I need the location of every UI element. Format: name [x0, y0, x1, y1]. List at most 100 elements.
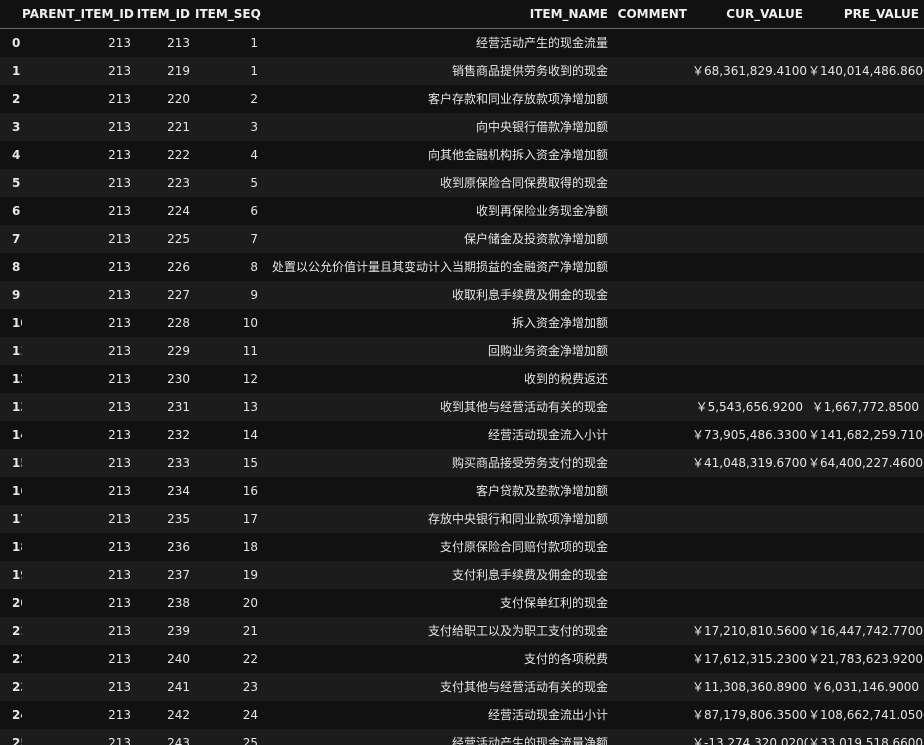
row-index: 12: [12, 372, 22, 386]
cell-item-seq: 12: [242, 372, 258, 386]
cell-parent-item-id: 213: [108, 680, 131, 694]
cell-cur-value: [692, 365, 808, 393]
cell-pre-value: ￥6,031,146.9000: [811, 680, 919, 694]
cell-item-id: 236: [167, 540, 190, 554]
cell-comment: [613, 729, 692, 745]
cell-item-seq: 13: [242, 400, 258, 414]
cell-item-name: 经营活动产生的现金流量: [475, 36, 608, 50]
cell-cur-value: [692, 309, 808, 337]
cell-item-id: 231: [167, 400, 190, 414]
cell-parent-item-id: 213: [108, 148, 131, 162]
table-row: 8 213 226 8 处置以公允价值计量且其变动计入当期损益的金融资产净增加额: [0, 253, 924, 281]
cell-item-name: 客户存款和同业存放款项净增加额: [427, 92, 608, 106]
cell-cur-value: ￥17,612,315.2300: [692, 652, 808, 666]
cell-item-id: 224: [167, 204, 190, 218]
cell-pre-value: ￥33,019,518.6600: [808, 736, 924, 745]
cell-item-seq: 21: [242, 624, 258, 638]
table-row: 0 213 213 1 经营活动产生的现金流量: [0, 28, 924, 58]
row-index: 17: [12, 512, 22, 526]
cell-cur-value: [692, 29, 808, 58]
row-index: 2: [12, 92, 21, 106]
cell-item-id: 235: [167, 512, 190, 526]
cell-cur-value: [692, 281, 808, 309]
cell-pre-value: [808, 29, 924, 58]
row-index: 22: [12, 652, 22, 666]
cell-cur-value: [692, 169, 808, 197]
cell-item-id: 239: [167, 624, 190, 638]
cell-item-name: 经营活动现金流出小计: [487, 708, 608, 722]
cell-cur-value: ￥5,543,656.9200: [695, 400, 803, 414]
cell-item-name: 保户储金及投资款净增加额: [463, 232, 608, 246]
table-row: 18 213 236 18 支付原保险合同赔付款项的现金: [0, 533, 924, 561]
cell-pre-value: ￥16,447,742.7700: [808, 624, 924, 638]
table-header: PARENT_ITEM_ID ITEM_ID ITEM_SEQ ITEM_NAM…: [0, 0, 924, 29]
cell-parent-item-id: 213: [108, 372, 131, 386]
cell-cur-value: [692, 141, 808, 169]
cell-item-seq: 1: [250, 36, 258, 50]
cell-item-name: 回购业务资金净增加额: [487, 344, 608, 358]
cell-comment: [613, 365, 692, 393]
cell-item-seq: 10: [242, 316, 258, 330]
cell-comment: [613, 337, 692, 365]
cell-item-seq: 3: [250, 120, 258, 134]
table-row: 20 213 238 20 支付保单红利的现金: [0, 589, 924, 617]
cell-item-name: 销售商品提供劳务收到的现金: [451, 64, 608, 78]
row-index: 7: [12, 232, 21, 246]
cell-parent-item-id: 213: [108, 204, 131, 218]
cell-parent-item-id: 213: [108, 708, 131, 722]
cell-pre-value: ￥140,014,486.8600: [808, 64, 924, 78]
cell-pre-value: [808, 225, 924, 253]
table-row: 12 213 230 12 收到的税费返还: [0, 365, 924, 393]
cell-item-id: 227: [167, 288, 190, 302]
cell-item-id: 242: [167, 708, 190, 722]
cell-item-name: 购买商品接受劳务支付的现金: [451, 456, 608, 470]
row-index: 25: [12, 736, 22, 745]
cell-item-id: 222: [167, 148, 190, 162]
cell-item-seq: 9: [250, 288, 258, 302]
cell-parent-item-id: 213: [108, 232, 131, 246]
cell-parent-item-id: 213: [108, 736, 131, 745]
row-index: 8: [12, 260, 21, 274]
cell-item-id: 221: [167, 120, 190, 134]
table-body: 0 213 213 1 经营活动产生的现金流量 1 213 219 1 销售商品提供劳务收到的现金…: [0, 28, 924, 745]
cell-pre-value: [808, 197, 924, 225]
cell-item-id: 220: [167, 92, 190, 106]
cell-parent-item-id: 213: [108, 428, 131, 442]
cell-cur-value: [692, 505, 808, 533]
cell-comment: [613, 253, 692, 281]
cell-item-id: 225: [167, 232, 190, 246]
row-index: 21: [12, 624, 22, 638]
cell-comment: [613, 533, 692, 561]
cell-item-seq: 17: [242, 512, 258, 526]
cell-pre-value: [808, 309, 924, 337]
row-index: 19: [12, 568, 22, 582]
cell-item-name: 支付其他与经营活动有关的现金: [439, 680, 608, 694]
cell-item-seq: 20: [242, 596, 258, 610]
cell-parent-item-id: 213: [108, 512, 131, 526]
cell-item-name: 向其他金融机构拆入资金净增加额: [427, 148, 608, 162]
cell-comment: [613, 505, 692, 533]
cell-comment: [613, 393, 692, 421]
header-comment: COMMENT: [613, 0, 692, 29]
row-index: 0: [12, 36, 21, 50]
header-item-name: ITEM_NAME: [263, 0, 613, 29]
cell-parent-item-id: 213: [108, 540, 131, 554]
cell-cur-value: [692, 197, 808, 225]
cell-item-name: 支付的各项税费: [523, 652, 608, 666]
cell-pre-value: [808, 253, 924, 281]
cell-comment: [613, 561, 692, 589]
cell-item-name: 存放中央银行和同业款项净增加额: [427, 512, 608, 526]
cell-comment: [613, 281, 692, 309]
cell-item-name: 收到原保险合同保费取得的现金: [439, 176, 608, 190]
cell-parent-item-id: 213: [108, 120, 131, 134]
cell-comment: [613, 141, 692, 169]
row-index: 4: [12, 148, 21, 162]
cell-comment: [613, 113, 692, 141]
cell-cur-value: ￥87,179,806.3500: [692, 708, 808, 722]
cell-pre-value: [808, 365, 924, 393]
header-item-seq: ITEM_SEQ: [195, 0, 263, 29]
row-index: 5: [12, 176, 21, 190]
cell-item-name: 支付利息手续费及佣金的现金: [451, 568, 608, 582]
cell-item-seq: 18: [242, 540, 258, 554]
cell-item-seq: 4: [250, 148, 258, 162]
